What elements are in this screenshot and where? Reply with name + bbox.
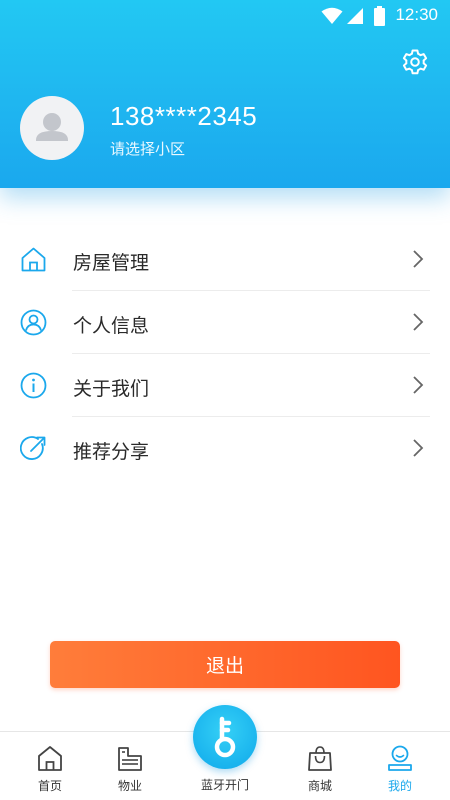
chevron-right-icon — [413, 439, 424, 457]
home-icon — [21, 247, 46, 272]
info-icon — [20, 372, 47, 399]
profile-tab-icon — [388, 745, 412, 771]
tab-label: 物业 — [117, 779, 142, 793]
tab-label: 首页 — [37, 779, 62, 793]
bluetooth-unlock-button[interactable] — [193, 705, 257, 769]
battery-icon — [374, 6, 385, 26]
tab-home[interactable]: 首页 — [15, 732, 85, 800]
menu-list: 房屋管理 个人信息 关于我们 推荐分享 — [0, 228, 450, 480]
shopping-bag-icon — [308, 746, 332, 771]
chevron-right-icon — [413, 250, 424, 268]
menu-item-house-management[interactable]: 房屋管理 — [0, 228, 450, 291]
menu-item-label: 房屋管理 — [73, 252, 150, 274]
wifi-icon — [321, 7, 343, 24]
menu-item-label: 关于我们 — [73, 378, 150, 400]
share-icon — [20, 436, 46, 460]
menu-item-personal-info[interactable]: 个人信息 — [0, 291, 450, 354]
menu-item-label: 个人信息 — [73, 315, 150, 337]
menu-item-share[interactable]: 推荐分享 — [0, 417, 450, 480]
tab-mall[interactable]: 商城 — [285, 732, 355, 800]
avatar[interactable] — [20, 96, 84, 160]
menu-item-label: 推荐分享 — [73, 441, 150, 463]
tab-label: 我的 — [387, 779, 412, 793]
key-icon — [214, 716, 236, 758]
chevron-right-icon — [413, 313, 424, 331]
tab-property[interactable]: 物业 — [95, 732, 165, 800]
tab-label: 商城 — [307, 779, 332, 793]
tab-mine[interactable]: 我的 — [365, 732, 435, 800]
chevron-right-icon — [413, 376, 424, 394]
select-community-link[interactable]: 请选择小区 — [110, 138, 185, 159]
user-placeholder-icon — [36, 113, 68, 141]
menu-item-about-us[interactable]: 关于我们 — [0, 354, 450, 417]
user-icon — [20, 309, 47, 336]
phone-number: 138****2345 — [110, 101, 258, 131]
signal-icon — [347, 8, 363, 24]
logout-button[interactable]: 退出 — [50, 641, 400, 688]
gear-icon[interactable] — [401, 48, 429, 76]
tab-bluetooth-unlock-label: 蓝牙开门 — [200, 778, 249, 792]
status-time: 12:30 — [395, 5, 438, 24]
profile-header: 12:30 138****2345 请选择小区 — [0, 0, 450, 188]
property-tab-icon — [118, 747, 142, 771]
home-tab-icon — [38, 746, 62, 771]
status-bar: 12:30 — [0, 0, 450, 32]
